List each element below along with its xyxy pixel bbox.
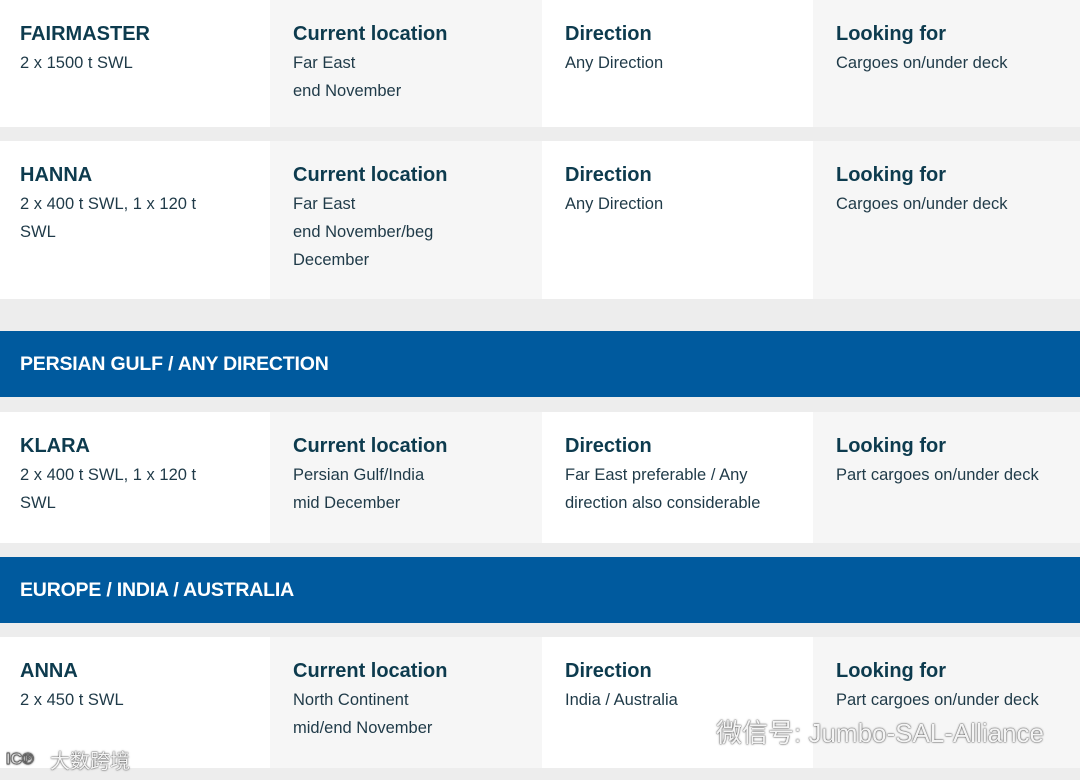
watermark-left: IC℗ 大数跨境 [6,745,130,774]
direction-title: Direction [565,23,652,45]
vessel-capacity: 2 x 1500 t SWL [20,54,133,72]
direction-cell: Direction Any Direction [542,141,813,299]
looking-for-title: Looking for [836,23,946,45]
direction-title: Direction [565,164,652,186]
looking-for-title: Looking for [836,164,946,186]
watermark-right-text: 微信号: Jumbo-SAL-Alliance [716,718,1044,748]
looking-for-line: Part cargoes on/under deck [836,691,1039,709]
location-line: Far East [293,195,356,213]
vessel-name: HANNA [20,164,93,186]
looking-for-cell: Looking for Cargoes on/under deck [813,0,1080,127]
brand-logo-icon: IC℗ [6,747,46,773]
direction-title: Direction [565,435,652,457]
vessel-cell: HANNA 2 x 400 t SWL, 1 x 120 t SWL [0,141,270,299]
direction-cell: Direction Far East preferable / Any dire… [542,412,813,543]
looking-for-line: Part cargoes on/under deck [836,466,1039,484]
vessel-name: FAIRMASTER [20,23,150,45]
location-title: Current location [293,164,448,186]
location-line: end November [293,82,402,100]
location-line: mid/end November [293,719,433,737]
wechat-icon [672,719,708,745]
watermark-right: 微信号: Jumbo-SAL-Alliance [672,713,1044,750]
location-line: end November/beg December [293,223,434,269]
looking-for-title: Looking for [836,660,946,682]
direction-line: Any Direction [565,54,664,72]
location-title: Current location [293,23,448,45]
location-title: Current location [293,660,448,682]
vessel-row: FAIRMASTER 2 x 1500 t SWL Current locati… [0,0,1080,127]
looking-for-title: Looking for [836,435,946,457]
location-cell: Current location Far East end November/b… [270,141,542,299]
vessel-capacity: 2 x 450 t SWL [20,691,124,709]
direction-line: Far East preferable / Any direction also… [565,466,761,512]
watermark-left-text: 大数跨境 [50,751,130,773]
vessel-cell: KLARA 2 x 400 t SWL, 1 x 120 t SWL [0,412,270,543]
vessel-row: KLARA 2 x 400 t SWL, 1 x 120 t SWL Curre… [0,412,1080,543]
vessel-capacity: 2 x 400 t SWL, 1 x 120 t SWL [20,466,197,512]
location-line: North Continent [293,691,409,709]
looking-for-cell: Looking for Cargoes on/under deck [813,141,1080,299]
location-title: Current location [293,435,448,457]
vessel-name: ANNA [20,660,78,682]
region-section-header: PERSIAN GULF / ANY DIRECTION [0,331,1080,397]
location-line: Persian Gulf/India [293,466,425,484]
svg-text:IC℗: IC℗ [6,751,34,768]
location-cell: Current location North Continent mid/end… [270,637,542,768]
location-cell: Current location Persian Gulf/India mid … [270,412,542,543]
looking-for-cell: Looking for Part cargoes on/under deck [813,412,1080,543]
direction-line: India / Australia [565,691,678,709]
region-section-header: EUROPE / INDIA / AUSTRALIA [0,557,1080,623]
location-cell: Current location Far East end November [270,0,542,127]
location-line: mid December [293,494,401,512]
direction-title: Direction [565,660,652,682]
looking-for-line: Cargoes on/under deck [836,54,1008,72]
looking-for-line: Cargoes on/under deck [836,195,1008,213]
direction-line: Any Direction [565,195,664,213]
location-line: Far East [293,54,356,72]
vessel-row: HANNA 2 x 400 t SWL, 1 x 120 t SWL Curre… [0,141,1080,299]
vessel-name: KLARA [20,435,90,457]
vessel-capacity: 2 x 400 t SWL, 1 x 120 t SWL [20,195,197,241]
vessel-cell: FAIRMASTER 2 x 1500 t SWL [0,0,270,127]
direction-cell: Direction Any Direction [542,0,813,127]
